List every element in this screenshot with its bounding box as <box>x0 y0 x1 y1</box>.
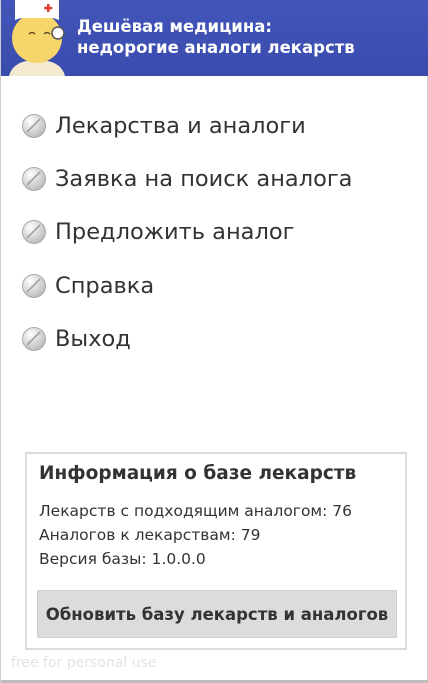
menu-item-label: Предложить аналог <box>55 219 295 245</box>
database-info-title: Информация о базе лекарств <box>39 463 357 484</box>
watermark-text: free for personal use <box>11 655 157 671</box>
app-title-line1: Дешёвая медицина: <box>77 17 273 36</box>
doctor-mascot-icon <box>3 0 73 76</box>
drugs-with-analog-count: Лекарств с подходящим аналогом: 76 <box>39 502 352 520</box>
database-version: Версия базы: 1.0.0.0 <box>39 550 206 568</box>
menu-item-label: Заявка на поиск аналога <box>55 166 353 192</box>
menu-item-exit[interactable]: Выход <box>21 319 411 359</box>
menu-item-drugs-and-analogs[interactable]: Лекарства и аналоги <box>21 106 411 146</box>
menu-item-help[interactable]: Справка <box>21 266 411 306</box>
app-title-line2: недорогие аналоги лекарств <box>77 38 355 57</box>
update-database-button[interactable]: Обновить базу лекарств и аналогов <box>37 590 397 638</box>
pill-icon <box>22 327 46 351</box>
pill-icon <box>22 114 46 138</box>
pill-icon <box>22 167 46 191</box>
pill-icon <box>22 220 46 244</box>
app-title: Дешёвая медицина: недорогие аналоги лека… <box>77 16 355 58</box>
pill-icon <box>22 274 46 298</box>
menu-item-label: Лекарства и аналоги <box>55 113 306 139</box>
analogs-count: Аналогов к лекарствам: 79 <box>39 526 261 544</box>
app-screen: Дешёвая медицина: недорогие аналоги лека… <box>0 0 428 683</box>
database-info-panel: Информация о базе лекарств Лекарств с по… <box>25 452 407 650</box>
menu-item-label: Выход <box>55 326 131 352</box>
app-header: Дешёвая медицина: недорогие аналоги лека… <box>1 0 428 76</box>
menu-item-analog-request[interactable]: Заявка на поиск аналога <box>21 159 411 199</box>
menu-item-label: Справка <box>55 273 155 299</box>
menu-item-suggest-analog[interactable]: Предложить аналог <box>21 212 411 252</box>
